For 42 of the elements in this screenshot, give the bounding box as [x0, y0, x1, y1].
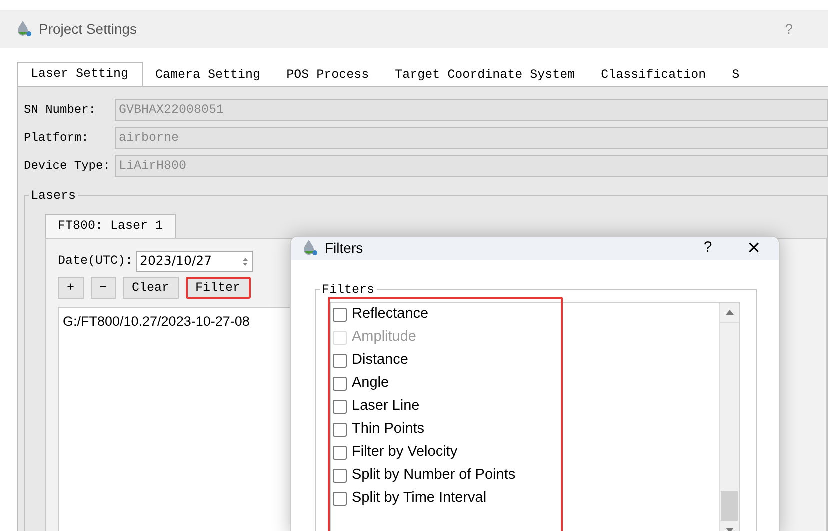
tab[interactable]: Camera Setting — [142, 64, 274, 86]
checkbox[interactable] — [333, 354, 347, 368]
checkbox[interactable] — [333, 400, 347, 414]
date-label: Date(UTC): — [58, 253, 134, 270]
scroll-thumb[interactable] — [721, 490, 738, 520]
toolbar-button[interactable]: − — [90, 277, 116, 299]
toolbar-button[interactable]: + — [58, 277, 84, 299]
filter-checkbox[interactable]: Angle — [333, 372, 719, 396]
filter-checkbox[interactable]: Filter by Velocity — [333, 442, 719, 464]
spin-arrows-icon — [242, 256, 250, 268]
checkbox[interactable] — [333, 377, 347, 391]
checkbox[interactable] — [333, 446, 347, 460]
window-title: Project Settings — [39, 20, 138, 39]
water-drop-icon — [301, 239, 319, 258]
tab[interactable]: FT800: Laser 1 — [45, 214, 176, 238]
field-label: Platform: — [24, 130, 90, 147]
checkbox[interactable] — [333, 469, 347, 483]
tab[interactable]: POS Process — [274, 64, 382, 86]
filter-checkbox[interactable]: Distance — [333, 350, 719, 372]
tab[interactable]: S — [719, 64, 753, 86]
dialog-title: Filters — [325, 238, 364, 258]
scrollbar[interactable] — [719, 302, 739, 531]
scroll-up-icon[interactable] — [726, 310, 734, 314]
filter-checkbox[interactable]: Laser Line — [333, 396, 719, 418]
tab[interactable]: Laser Setting — [17, 62, 143, 86]
field-label: SN Number: — [24, 102, 98, 119]
close-button[interactable]: × — [729, 237, 779, 260]
date-spinbox[interactable]: 2023/10/27 — [136, 251, 254, 272]
checkbox[interactable] — [333, 423, 347, 437]
toolbar-button[interactable]: Filter — [186, 277, 251, 299]
field-label: Device Type: — [24, 158, 112, 175]
help-button[interactable]: ? — [693, 237, 723, 260]
tab[interactable]: Classification — [588, 64, 720, 86]
filter-checkbox[interactable]: Reflectance — [333, 304, 719, 326]
checkbox[interactable] — [333, 492, 347, 506]
filter-checkbox[interactable]: Split by Time Interval — [333, 488, 719, 510]
checkbox[interactable] — [333, 308, 347, 322]
tab[interactable]: Target Coordinate System — [382, 64, 588, 86]
filter-checkbox[interactable]: Thin Points — [333, 418, 719, 442]
filter-checkbox[interactable]: Split by Number of Points — [333, 464, 719, 488]
toolbar-button[interactable]: Clear — [123, 277, 179, 299]
water-drop-icon — [15, 20, 33, 38]
